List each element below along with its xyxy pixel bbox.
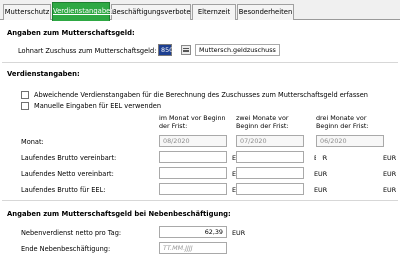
brutto-eel-2-currency: EUR <box>314 186 328 194</box>
brutto-eel-1-input[interactable] <box>159 183 227 195</box>
tab-besonderheiten[interactable]: Besonderheiten <box>237 4 294 20</box>
brutto-vereinbart-3-currency: EUR <box>383 154 397 162</box>
abweichende-verdienstangaben-label: Abweichende Verdienstangaben für die Ber… <box>34 91 368 99</box>
brutto-vereinbart-1-input[interactable] <box>159 151 227 163</box>
nebenverdienst-input[interactable]: 62,39 <box>159 226 227 238</box>
lohnart-name-field: Muttersch.geldzuschuss <box>195 44 280 56</box>
brutto-eel-3-currency: EUR <box>383 186 397 194</box>
monat-2-field: 07/2020 <box>236 135 304 147</box>
tab-panel-verdienstangaben: Angaben zum Mutterschaftsgeld: Lohnart Z… <box>0 20 400 280</box>
row-label-netto-vereinbart: Laufendes Netto vereinbart: <box>21 170 114 178</box>
lohnart-code-input[interactable]: 850 <box>158 44 173 56</box>
section-title-verdienstangaben: Verdienstangaben: <box>7 70 80 78</box>
list-icon <box>183 48 189 52</box>
col-header-3: drei Monate vor Beginn der Frist: <box>316 114 369 130</box>
manuelle-eel-checkbox[interactable] <box>21 102 29 110</box>
tab-mutterschutz[interactable]: Mutterschutz <box>3 4 51 20</box>
section-title-nebenbeschaeftigung: Angaben zum Mutterschaftsgeld bei Nebenb… <box>7 210 231 218</box>
nebenverdienst-currency: EUR <box>232 229 246 237</box>
brutto-vereinbart-2-input[interactable] <box>236 151 304 163</box>
lohnart-label: Lohnart Zuschuss zum Mutterschaftsgeld: <box>18 47 157 55</box>
netto-vereinbart-2-currency: EUR <box>314 170 328 178</box>
divider <box>2 62 398 63</box>
row-label-monat: Monat: <box>21 138 44 146</box>
monat-3-field: 06/2020 <box>316 135 384 147</box>
row-label-brutto-eel: Laufendes Brutto für EEL: <box>21 186 106 194</box>
tab-elternzeit[interactable]: Elternzeit <box>192 4 236 20</box>
nebenverdienst-label: Nebenverdienst netto pro Tag: <box>21 229 122 237</box>
brutto-eel-2-input[interactable] <box>236 183 304 195</box>
abweichende-verdienstangaben-checkbox[interactable] <box>21 91 29 99</box>
netto-vereinbart-3-currency: EUR <box>383 170 397 178</box>
manuelle-eel-label: Manuelle Eingaben für EEL verwenden <box>34 102 162 110</box>
tab-beschaeftigungsverbote[interactable]: Beschäftigungsverbote <box>111 4 191 20</box>
ende-nebenbeschaeftigung-input[interactable]: TT.MM.JJJJ <box>159 242 227 254</box>
monat-1-field: 08/2020 <box>159 135 227 147</box>
col-header-2: zwei Monate vor Beginn der Frist: <box>236 114 289 130</box>
tab-verdienstangaben[interactable]: Verdienstangaben <box>52 2 115 21</box>
section-title-mutterschaftsgeld: Angaben zum Mutterschaftsgeld: <box>7 29 135 37</box>
spacer <box>316 151 322 163</box>
row-label-brutto-vereinbart: Laufendes Brutto vereinbart: <box>21 154 117 162</box>
netto-vereinbart-1-input[interactable] <box>159 167 227 179</box>
ende-nebenbeschaeftigung-label: Ende Nebenbeschäftigung: <box>21 245 111 253</box>
netto-vereinbart-2-input[interactable] <box>236 167 304 179</box>
lohnart-lookup-button[interactable] <box>181 45 191 55</box>
tab-bar: Mutterschutz Verdienstangaben Beschäftig… <box>0 0 400 21</box>
col-header-1: im Monat vor Beginn der Frist: <box>159 114 226 130</box>
divider <box>2 200 398 201</box>
